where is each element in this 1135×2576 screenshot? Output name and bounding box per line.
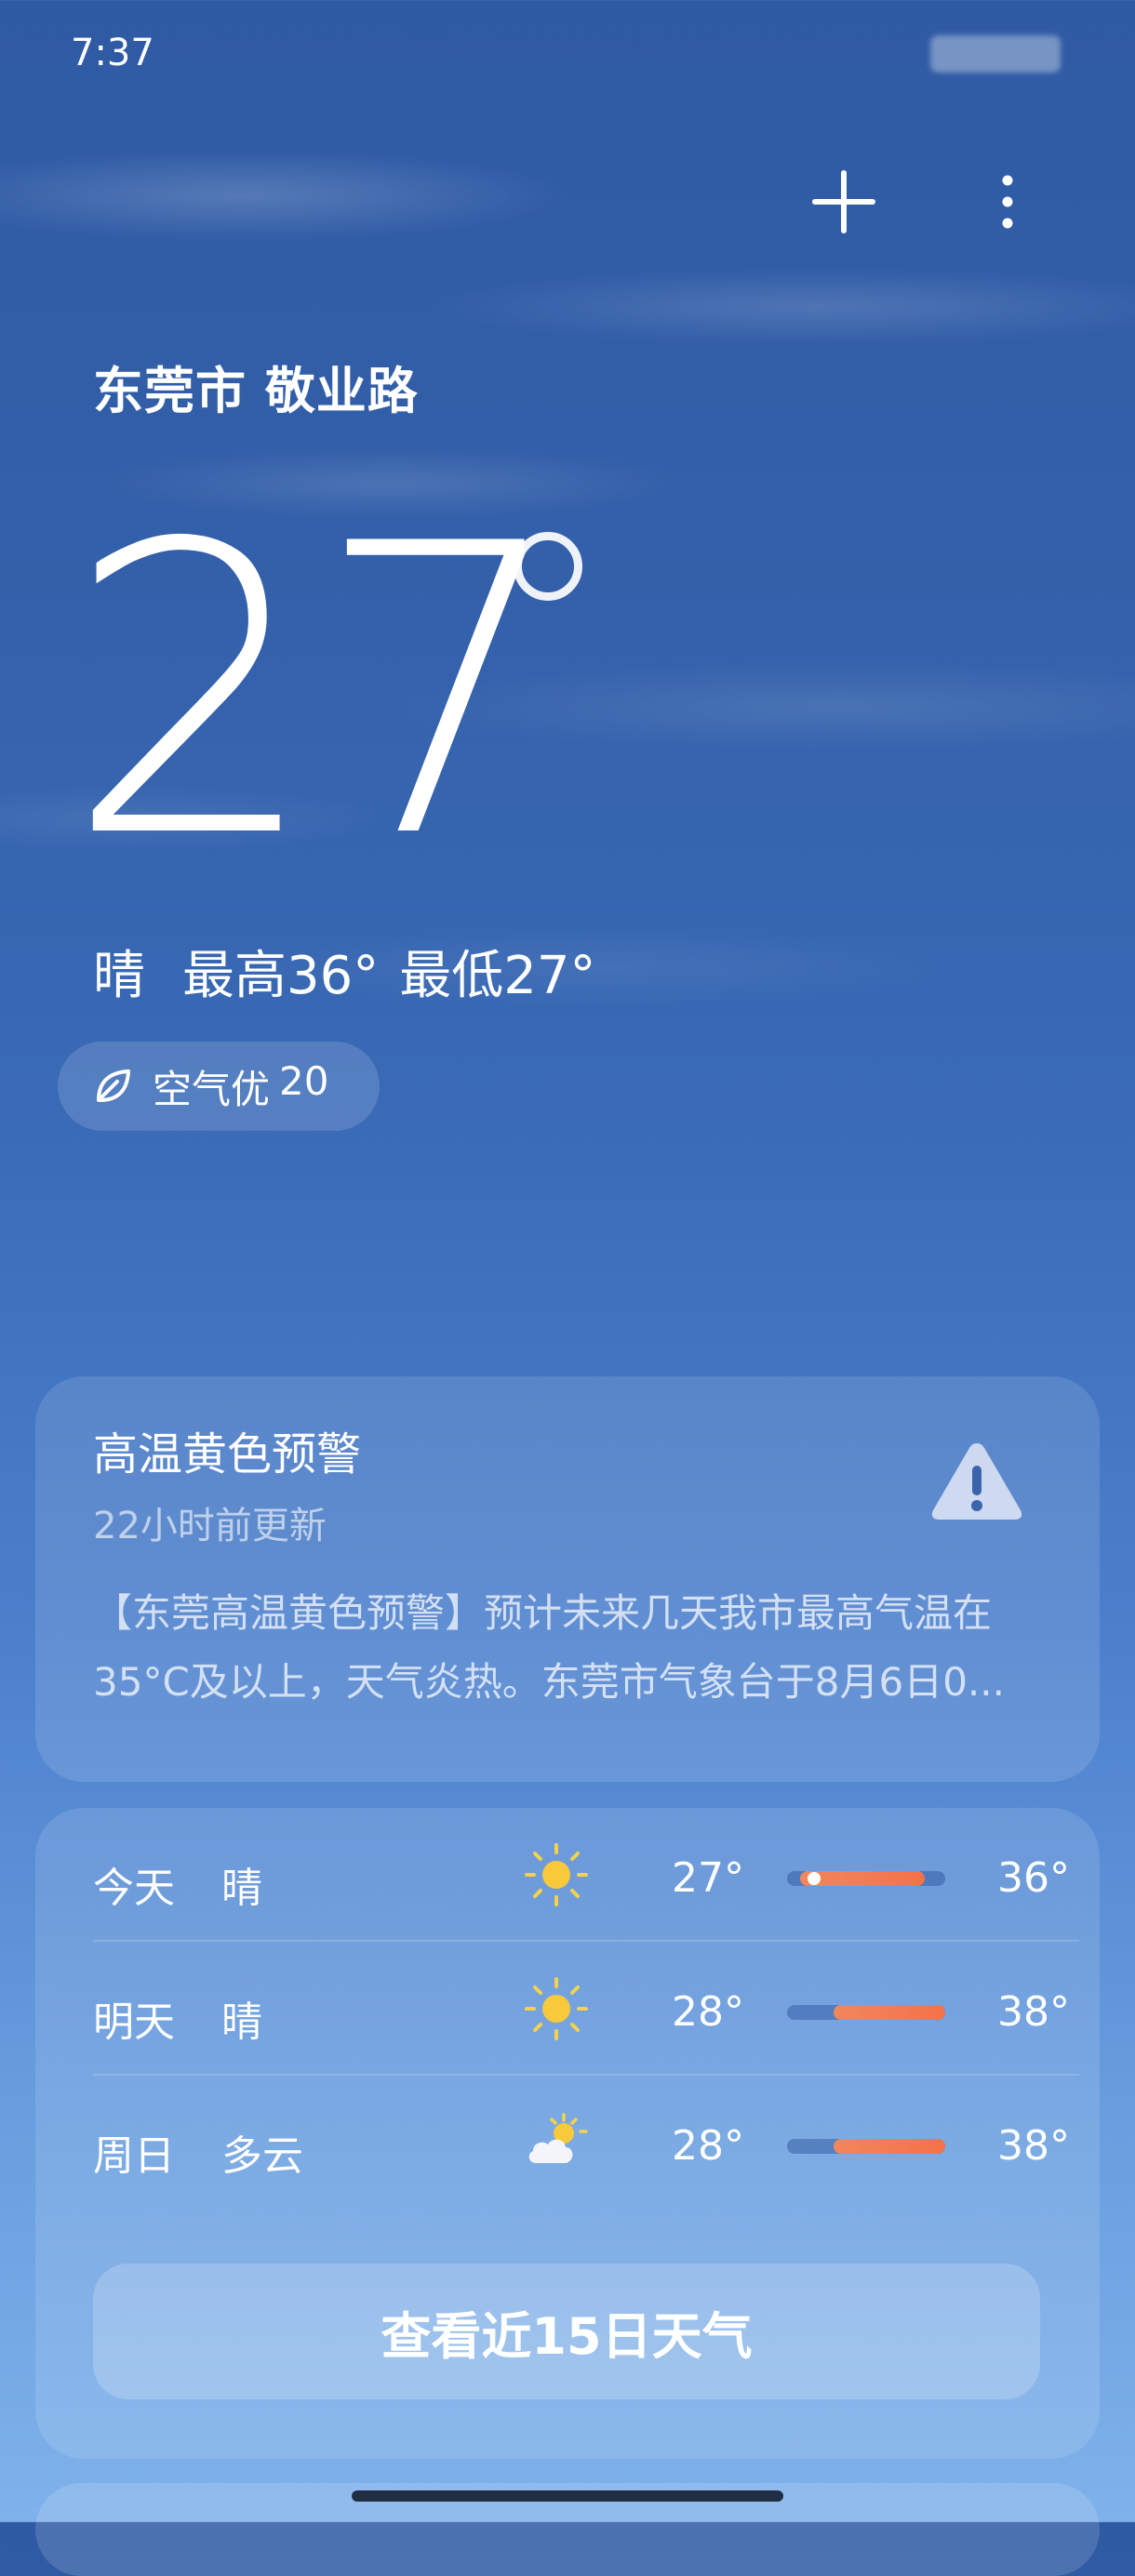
weather-alert-card[interactable]: 高温黄色预警 22小时前更新 【东莞高温黄色预警】预计未来几天我市最高气温在 3… bbox=[35, 1376, 1100, 1782]
forecast-row-sunday[interactable]: 周日 多云 28° 38° bbox=[93, 2076, 1079, 2208]
temperature-range-bar bbox=[787, 2005, 945, 2020]
forecast-day: 明天 bbox=[93, 1998, 175, 2046]
forecast-high: 36° bbox=[997, 1854, 1070, 1902]
forecast-high: 38° bbox=[997, 1988, 1070, 2036]
temperature-range-fill bbox=[834, 2005, 945, 2020]
temperature-range-bar bbox=[787, 1871, 945, 1886]
location-title[interactable]: 东莞市 敬业路 bbox=[93, 350, 419, 423]
temperature-range-bar bbox=[787, 2139, 945, 2154]
air-quality-label: 空气优 bbox=[153, 1066, 271, 1112]
alert-title: 高温黄色预警 bbox=[93, 1428, 362, 1481]
current-condition: 晴 bbox=[93, 946, 145, 1006]
current-temp-marker bbox=[808, 1872, 821, 1885]
current-high: 最高36° bbox=[182, 946, 380, 1006]
status-icons bbox=[930, 35, 1061, 73]
current-low: 最低27° bbox=[399, 946, 596, 1006]
status-time: 7:37 bbox=[71, 32, 154, 74]
current-summary: 晴 最高36° 最低27° bbox=[93, 934, 596, 1009]
air-quality-value: 20 bbox=[279, 1057, 329, 1104]
partly-cloudy-icon bbox=[528, 2113, 588, 2163]
leaf-icon bbox=[97, 1069, 130, 1102]
home-indicator[interactable] bbox=[352, 2490, 783, 2502]
forecast-low: 28° bbox=[672, 2122, 744, 2170]
alert-line-2: 35°C及以上，天气炎热。东莞市气象台于8月6日0... bbox=[93, 1659, 1005, 1705]
alert-updated: 22小时前更新 bbox=[93, 1505, 327, 1547]
forecast-day: 周日 bbox=[93, 2132, 175, 2180]
temperature-range-fill bbox=[834, 2139, 945, 2154]
sun-icon bbox=[525, 1977, 588, 2040]
alert-description: 【东莞高温黄色预警】预计未来几天我市最高气温在 35°C及以上，天气炎热。东莞市… bbox=[93, 1579, 1061, 1717]
degree-symbol bbox=[514, 532, 582, 601]
forecast-low: 28° bbox=[672, 1988, 744, 2036]
forecast-condition: 晴 bbox=[221, 1998, 262, 2046]
forecast-condition: 多云 bbox=[221, 2132, 303, 2180]
more-vertical-icon bbox=[1002, 175, 1013, 229]
air-quality-pill[interactable]: 空气优 20 bbox=[58, 1042, 380, 1131]
forecast-card: 今天 晴 27° 36° 明天 晴 28° 38° 周日 多云 28° 38° … bbox=[35, 1808, 1100, 2459]
add-city-button[interactable] bbox=[811, 169, 876, 234]
more-menu-button[interactable] bbox=[982, 169, 1033, 234]
view-15-day-button[interactable]: 查看近15日天气 bbox=[93, 2264, 1040, 2399]
sun-icon bbox=[525, 1843, 588, 1906]
forecast-condition: 晴 bbox=[221, 1865, 262, 1912]
forecast-day: 今天 bbox=[93, 1865, 175, 1912]
forecast-row-tomorrow[interactable]: 明天 晴 28° 38° bbox=[93, 1942, 1079, 2074]
alert-line-1: 【东莞高温黄色预警】预计未来几天我市最高气温在 bbox=[93, 1590, 993, 1636]
forecast-high: 38° bbox=[997, 2122, 1070, 2170]
warning-icon bbox=[931, 1443, 1022, 1520]
forecast-row-today[interactable]: 今天 晴 27° 36° bbox=[93, 1808, 1079, 1940]
current-temperature: 27 bbox=[65, 460, 568, 925]
plus-icon bbox=[812, 170, 875, 233]
forecast-low: 27° bbox=[672, 1854, 744, 1902]
